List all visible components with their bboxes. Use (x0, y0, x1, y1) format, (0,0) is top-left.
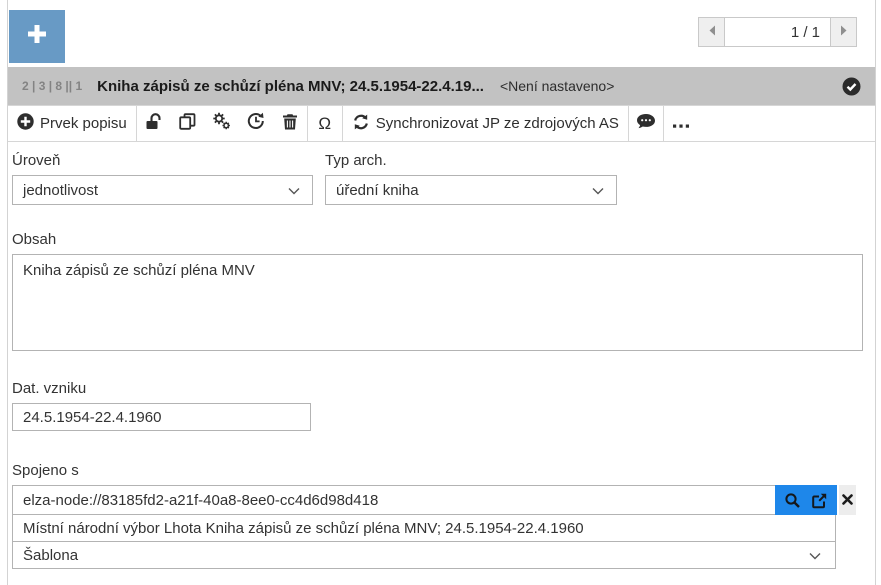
unlock-button[interactable] (137, 106, 171, 141)
date-created-input[interactable]: 24.5.1954-22.4.1960 (12, 403, 311, 431)
add-desc-item-button[interactable]: Prvek popisu (8, 106, 136, 141)
special-chars-button[interactable]: Ω (308, 106, 342, 141)
x-icon (842, 492, 853, 509)
linked-record-actions (775, 485, 837, 515)
page-indicator[interactable]: 1 / 1 (724, 18, 831, 46)
description-form: Úroveň jednotlivost Typ arch. úřední kni… (8, 142, 875, 569)
reference-mark: 2 | 3 | 8 || 1 (22, 79, 82, 93)
external-link-icon[interactable] (811, 492, 828, 509)
chevron-down-icon (809, 547, 821, 564)
level-value: jednotlivost (23, 182, 98, 199)
sync-button-label: Synchronizovat JP ze zdrojových AS (376, 115, 619, 132)
comments-button[interactable] (629, 106, 663, 141)
ellipsis-icon (673, 115, 689, 133)
template-select[interactable]: Šablona (12, 541, 836, 569)
next-page-button[interactable] (831, 18, 856, 46)
omega-icon: Ω (318, 114, 331, 134)
chevron-down-icon (288, 182, 300, 199)
arrow-right-icon (840, 23, 848, 41)
arch-type-value: úřední kniha (336, 182, 419, 199)
sync-icon (352, 113, 370, 135)
content-label: Obsah (12, 231, 875, 248)
pagination: 1 / 1 (698, 17, 857, 47)
linked-with-label: Spojeno s (12, 462, 875, 479)
settings-button[interactable] (205, 106, 239, 141)
search-icon[interactable] (784, 492, 801, 509)
gears-icon (212, 112, 231, 135)
arch-type-select[interactable]: úřední kniha (325, 175, 617, 205)
add-node-button[interactable] (9, 10, 65, 63)
field-level: Úroveň jednotlivost (12, 142, 313, 205)
arrow-left-icon (708, 23, 716, 41)
comment-icon (636, 113, 656, 135)
top-bar: 1 / 1 (8, 0, 875, 67)
arch-type-label: Typ arch. (325, 152, 617, 169)
level-label: Úroveň (12, 152, 313, 169)
delete-button[interactable] (273, 106, 307, 141)
template-value: Šablona (23, 547, 78, 564)
linked-record-title[interactable]: Místní národní výbor Lhota Kniha zápisů … (12, 514, 836, 542)
sync-button[interactable]: Synchronizovat JP ze zdrojových AS (343, 106, 628, 141)
history-icon (247, 112, 265, 135)
more-actions-button[interactable] (664, 106, 698, 141)
history-button[interactable] (239, 106, 273, 141)
record-detail-panel: 1 / 1 2 | 3 | 8 || 1 Kniha zápisů ze sch… (7, 0, 876, 585)
add-desc-item-label: Prvek popisu (40, 115, 127, 132)
unlock-icon (145, 113, 163, 135)
trash-icon (282, 113, 298, 135)
check-circle-icon[interactable] (842, 77, 861, 96)
linked-record-input[interactable]: elza-node://83185fd2-a21f-40a8-8ee0-cc4d… (12, 485, 775, 515)
copy-button[interactable] (171, 106, 205, 141)
plus-icon (25, 22, 49, 51)
node-title: Kniha zápisů ze schůzí pléna MNV; 24.5.1… (97, 78, 484, 95)
plus-circle-icon (17, 113, 34, 134)
node-header-bar: 2 | 3 | 8 || 1 Kniha zápisů ze schůzí pl… (8, 67, 875, 105)
field-arch-type: Typ arch. úřední kniha (325, 142, 617, 205)
prev-page-button[interactable] (699, 18, 724, 46)
copy-icon (179, 113, 196, 135)
remove-link-button[interactable] (839, 485, 856, 515)
toolbar: Prvek popisu (8, 105, 875, 142)
node-status-text: <Není nastaveno> (500, 78, 614, 94)
level-select[interactable]: jednotlivost (12, 175, 313, 205)
content-textarea[interactable]: Kniha zápisů ze schůzí pléna MNV (12, 254, 863, 351)
linked-record-row: elza-node://83185fd2-a21f-40a8-8ee0-cc4d… (12, 485, 875, 515)
chevron-down-icon (592, 182, 604, 199)
date-created-label: Dat. vzniku (12, 380, 875, 397)
